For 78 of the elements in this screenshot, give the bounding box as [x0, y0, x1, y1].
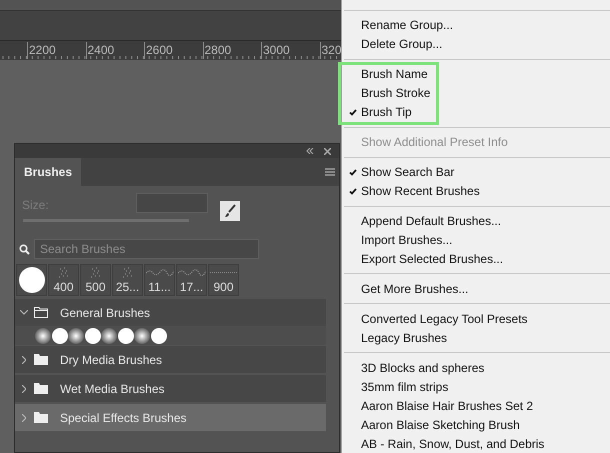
close-icon[interactable]	[324, 148, 331, 154]
brushes-tab[interactable]: Brushes	[15, 158, 82, 186]
brush-preset[interactable]: 900	[208, 264, 239, 296]
hard-round-brush-tip[interactable]	[150, 328, 166, 344]
ruler-label: 2200	[27, 42, 56, 59]
folder-icon	[34, 354, 48, 365]
ruler-label: 2800	[202, 42, 232, 59]
ruler-label: 2600	[144, 42, 173, 59]
menu-item[interactable]: 35mm film strips	[342, 377, 610, 396]
spatter-brush-icon	[120, 267, 134, 279]
brush-size-label: 400	[53, 280, 74, 295]
checkmark-icon	[349, 168, 357, 176]
soft-round-brush-tip[interactable]	[68, 328, 84, 344]
brush-preset[interactable]: 400	[48, 264, 79, 296]
search-icon	[19, 244, 30, 254]
menu-item[interactable]: Export Selected Brushes...	[342, 249, 610, 268]
brush-group[interactable]: Dry Media Brushes	[15, 346, 326, 373]
line-brush-icon	[210, 271, 238, 274]
menu-item[interactable]: Delete Group...	[342, 34, 610, 54]
hard-round-brush-tip[interactable]	[118, 328, 134, 344]
spatter-brush-icon	[56, 267, 70, 279]
ruler-label: 2400	[86, 42, 114, 59]
menu-item[interactable]: Aaron Blaise Sketching Brush	[342, 415, 610, 434]
menu-item[interactable]: 3D Blocks and spheres	[342, 358, 610, 377]
brush-preset[interactable]: 17...	[176, 264, 207, 296]
grass-brush-icon	[146, 268, 174, 276]
brush-group[interactable]: Special Effects Brushes	[15, 404, 326, 431]
chevron-right-icon[interactable]	[22, 356, 26, 364]
menu-item[interactable]: Aaron Blaise Hair Brushes Set 2	[342, 396, 610, 415]
group-name: Dry Media Brushes	[60, 352, 162, 368]
chevron-down-icon[interactable]	[20, 310, 28, 315]
menu-item[interactable]: Rename Group...	[342, 16, 610, 35]
grass-brush-icon	[178, 268, 206, 276]
brush-preset[interactable]: 500	[80, 264, 111, 296]
folder-outline-icon	[34, 307, 48, 318]
brush-preset[interactable]: 25...	[112, 264, 143, 296]
brush-preset[interactable]	[16, 264, 47, 296]
hard-round-brush-tip[interactable]	[52, 328, 68, 344]
menu-item[interactable]: Show Recent Brushes	[342, 182, 610, 200]
brush-size-label: 500	[85, 280, 106, 295]
menu-item[interactable]: AB - Rain, Snow, Dust, and Debris	[342, 434, 610, 453]
menu-item[interactable]: Legacy Brushes	[342, 328, 610, 348]
group-name: Wet Media Brushes	[60, 380, 164, 398]
menu-item[interactable]: Show Search Bar	[342, 162, 610, 182]
group-name: General Brushes	[60, 304, 150, 322]
brush-size-label: 11...	[148, 280, 171, 295]
soft-round-brush-tip[interactable]	[134, 328, 150, 344]
soft-round-brush-tip[interactable]	[35, 328, 51, 344]
menu-item[interactable]: Brush Tip	[342, 102, 610, 122]
checkmark-icon	[349, 108, 357, 116]
brush-group[interactable]: General Brushes	[15, 299, 326, 326]
brush-group[interactable]: Wet Media Brushes	[15, 375, 326, 402]
search-field[interactable]: Search Brushes	[34, 239, 259, 259]
hard-round-brush-tip[interactable]	[84, 328, 100, 344]
chevron-right-icon[interactable]	[22, 384, 26, 392]
soft-round-brush-tip[interactable]	[101, 328, 117, 344]
size-input[interactable]	[136, 193, 208, 213]
brush-preset[interactable]: 11...	[144, 264, 175, 296]
group-name: Special Effects Brushes	[60, 410, 187, 426]
menu-icon[interactable]	[325, 168, 335, 176]
menu-item[interactable]: Brush Name	[342, 64, 610, 84]
menu-item[interactable]: Get More Brushes...	[342, 279, 610, 298]
menu-item[interactable]: Append Default Brushes...	[342, 211, 610, 230]
ruler-label: 3000	[261, 42, 290, 59]
collapse-icon[interactable]	[306, 148, 314, 154]
brush-size-label: 900	[213, 280, 234, 295]
checkmark-icon	[349, 188, 357, 194]
folder-icon	[34, 383, 48, 394]
brush-size-label: 17...	[180, 280, 204, 295]
menu-item[interactable]: Converted Legacy Tool Presets	[342, 309, 610, 328]
spatter-brush-icon	[88, 267, 102, 279]
round-brush-icon	[18, 266, 46, 294]
menu-item[interactable]: Brush Stroke	[342, 84, 610, 103]
chevron-right-icon[interactable]	[22, 414, 26, 422]
menu-item[interactable]: Import Brushes...	[342, 230, 610, 250]
brush-size-label: 25...	[116, 280, 140, 295]
folder-icon	[34, 412, 48, 423]
brush-icon[interactable]	[220, 201, 240, 221]
